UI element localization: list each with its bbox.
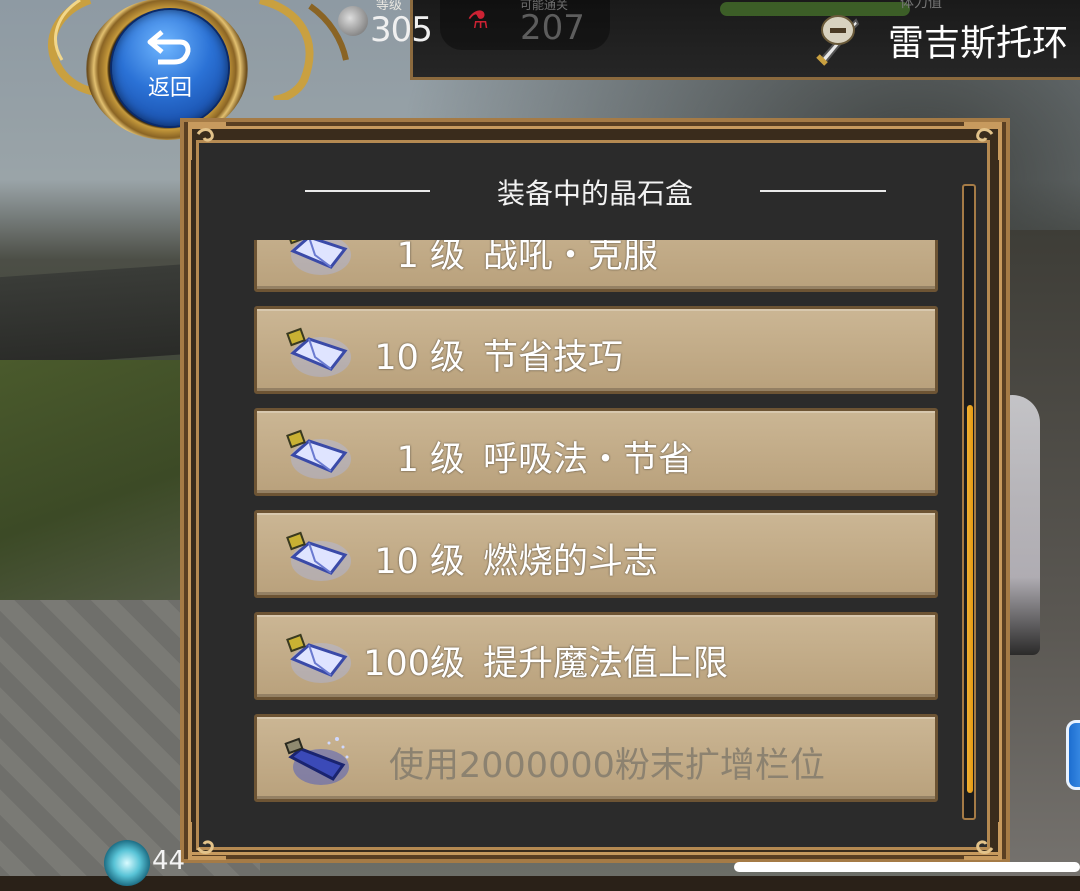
stamina-label: 体力值 <box>900 0 942 11</box>
orb-value: 44 <box>152 846 186 876</box>
scrollbar-thumb[interactable] <box>967 405 973 793</box>
slot-skill-name: 呼吸法・节省 <box>483 440 694 480</box>
slot-level: 1 级 <box>396 440 465 480</box>
expand-slot-button[interactable]: 使用2000000粉末扩增栏位 <box>254 714 938 802</box>
back-arrow-icon <box>147 30 191 65</box>
corner-ornament-tl <box>188 122 226 160</box>
orb-icon[interactable] <box>104 840 150 886</box>
back-button[interactable]: 返回 <box>110 8 230 128</box>
gold-ornament-right <box>258 0 349 100</box>
side-edge-button[interactable] <box>1066 720 1080 790</box>
crystal-box-icon <box>286 327 351 377</box>
title-divider-left <box>305 190 430 192</box>
stat-value: 207 <box>520 8 585 48</box>
slot-skill-name: 战吼・克服 <box>483 240 659 276</box>
empty-crystal-box-icon <box>284 737 349 785</box>
corner-ornament-tr <box>964 122 1002 160</box>
slot-level: 10 级 <box>374 338 465 378</box>
level-value: 305 <box>370 10 433 50</box>
slot-level: 10 级 <box>374 542 465 582</box>
slot-skill-name: 节省技巧 <box>483 338 624 378</box>
player-name: 雷吉斯托环 <box>888 23 1069 64</box>
crystal-slot[interactable]: 1 级 战吼・克服 <box>254 240 938 292</box>
crystal-box-icon <box>286 531 351 581</box>
corner-ornament-bl <box>188 822 226 860</box>
potion-icon: ⚗ <box>467 6 489 34</box>
crystal-slot-list[interactable]: 1 级 战吼・克服 10 级 节省技巧 1 级 呼吸法・节省 10 级 燃烧的斗… <box>254 240 938 802</box>
sword-helmet-icon <box>816 15 860 66</box>
panel-title: 装备中的晶石盒 <box>496 177 693 210</box>
crystal-slot[interactable]: 10 级 燃烧的斗志 <box>254 510 938 598</box>
crystal-box-icon <box>286 240 351 275</box>
slot-skill-name: 提升魔法值上限 <box>483 644 729 684</box>
level-display: 等级 305 <box>338 0 433 52</box>
bottom-strip <box>0 876 1080 891</box>
corner-ornament-br <box>964 822 1002 860</box>
expand-slot-label: 使用2000000粉末扩增栏位 <box>389 746 825 786</box>
slot-skill-name: 燃烧的斗志 <box>483 542 659 582</box>
crystal-slot[interactable]: 10 级 节省技巧 <box>254 306 938 394</box>
title-divider-right <box>760 190 886 192</box>
crystal-slot[interactable]: 100级 提升魔法值上限 <box>254 612 938 700</box>
crystal-box-icon <box>286 429 351 479</box>
crystal-box-icon <box>286 633 351 683</box>
slot-level: 1 级 <box>396 240 465 276</box>
slot-level: 100级 <box>363 644 465 684</box>
home-indicator[interactable] <box>734 862 1080 872</box>
back-button-label: 返回 <box>147 76 192 101</box>
crystal-slot[interactable]: 1 级 呼吸法・节省 <box>254 408 938 496</box>
